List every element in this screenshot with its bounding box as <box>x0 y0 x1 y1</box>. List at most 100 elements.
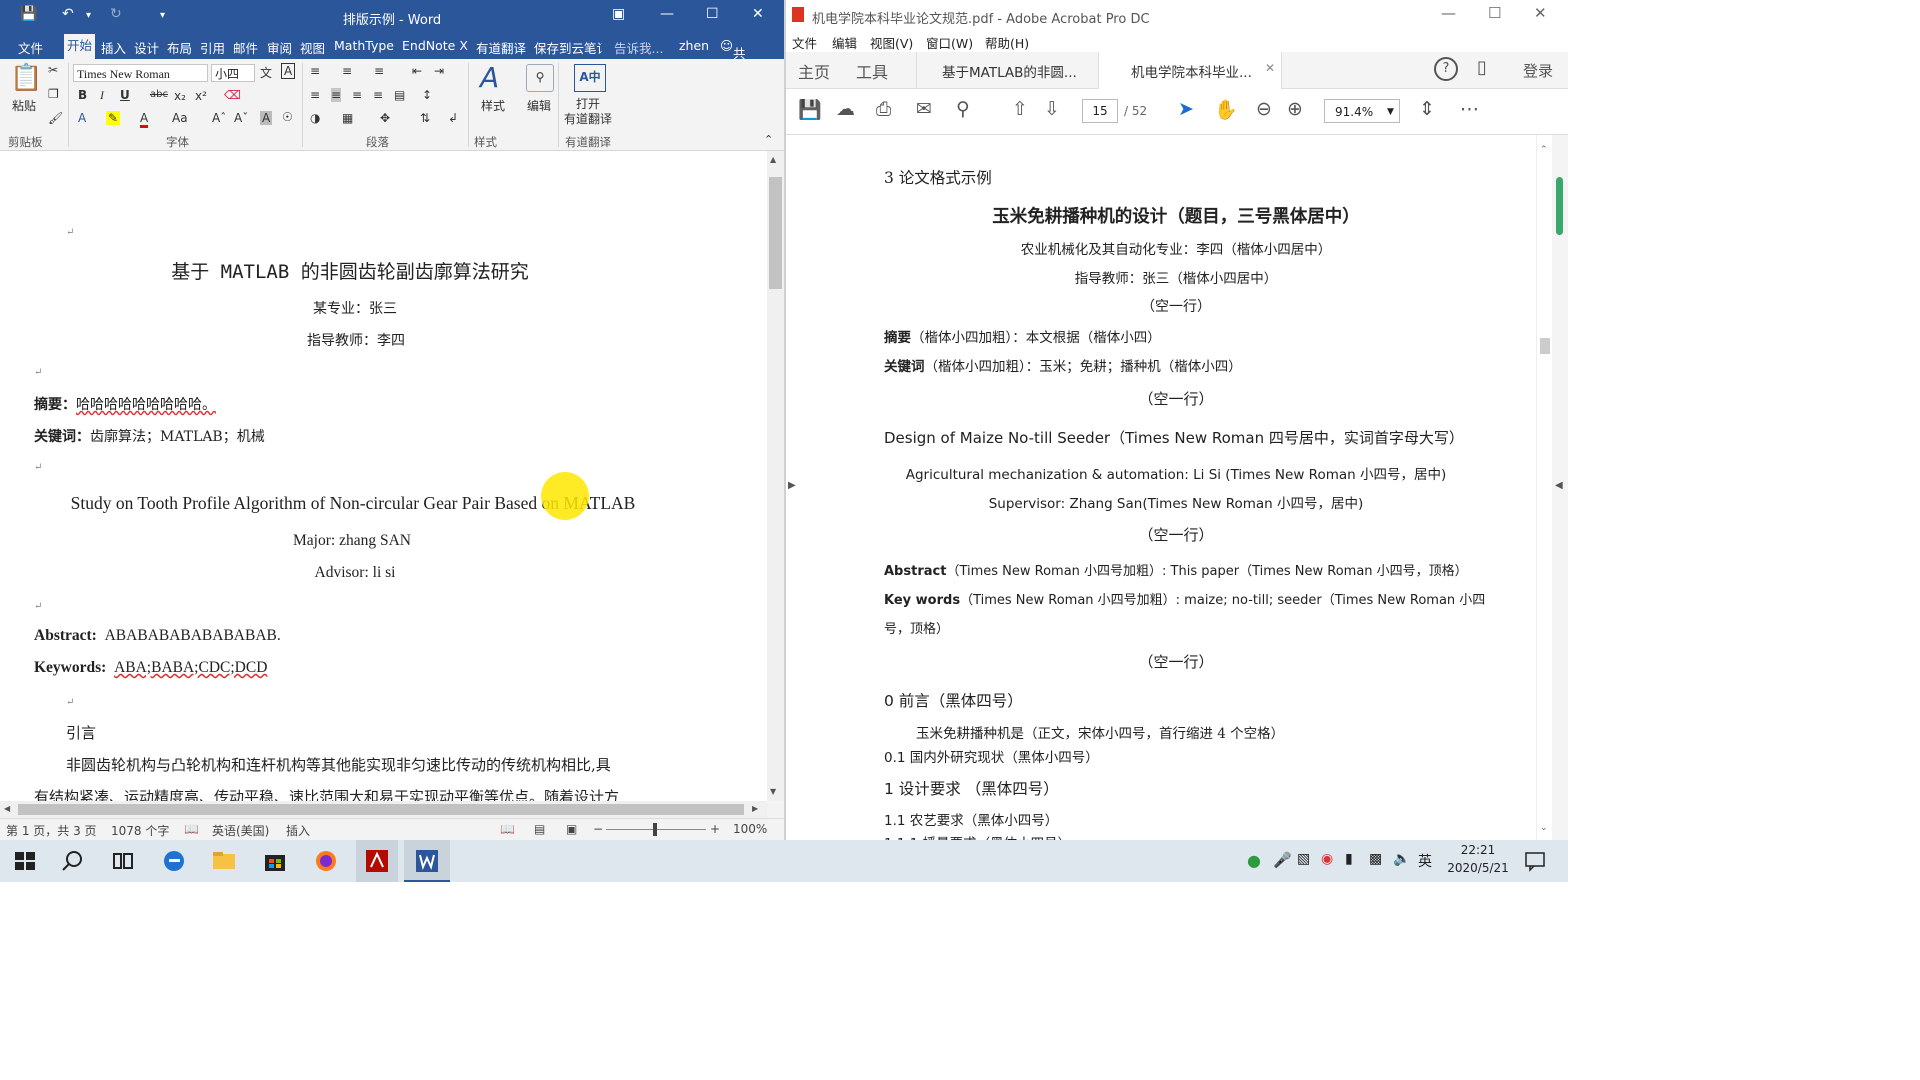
tab-doc-2[interactable]: 机电学院本科毕业... ✕ <box>1098 52 1282 89</box>
cut-icon[interactable]: ✂ <box>48 63 58 77</box>
enclose-char-icon[interactable]: ☉ <box>282 110 293 124</box>
scroll-left-icon[interactable]: ◀ <box>4 804 10 813</box>
borders-icon[interactable]: ▦ <box>342 111 353 125</box>
zoom-out-icon[interactable]: ⊖ <box>1256 98 1272 120</box>
tab-mailings[interactable]: 邮件 <box>233 38 258 57</box>
line-spacing-icon[interactable]: ↕ <box>422 88 432 102</box>
open-youdao-button[interactable]: 打开 有道翻译 <box>564 97 612 127</box>
bold-button[interactable]: B <box>78 88 87 102</box>
show-marks-icon[interactable]: ↲ <box>448 111 458 125</box>
hscroll-thumb[interactable] <box>18 804 744 815</box>
font-color-icon[interactable]: A <box>140 111 149 128</box>
status-mode[interactable]: 插入 <box>286 822 310 839</box>
text-effects-icon[interactable]: A <box>78 111 86 125</box>
mobile-link-icon[interactable]: ▯ <box>1477 57 1487 78</box>
tab-home[interactable]: 主页 <box>798 59 830 83</box>
tray-app-icon[interactable]: ● <box>1247 851 1261 870</box>
subscript-icon[interactable]: x₂ <box>174 89 186 103</box>
char-border-icon[interactable]: A <box>281 63 296 79</box>
clock-date[interactable]: 2020/5/21 <box>1443 861 1513 875</box>
minimize-icon[interactable]: — <box>660 6 674 22</box>
zoom-out-icon[interactable]: − <box>593 822 603 836</box>
select-tool-icon[interactable]: ➤ <box>1178 98 1194 120</box>
copy-icon[interactable]: ❐ <box>48 87 59 101</box>
tab-design[interactable]: 设计 <box>134 38 159 57</box>
tab-doc-1[interactable]: 基于MATLAB的非圆... <box>916 52 1099 88</box>
paste-icon[interactable]: 📋 <box>10 63 42 93</box>
status-words[interactable]: 1078 个字 <box>111 822 169 839</box>
change-case-icon[interactable]: Aa <box>172 111 188 125</box>
tab-insert[interactable]: 插入 <box>101 38 126 57</box>
page-number-input[interactable]: 15 <box>1082 99 1118 123</box>
ime-indicator[interactable]: 英 <box>1418 851 1432 871</box>
proofing-icon[interactable]: 📖 <box>184 822 199 836</box>
close-tab-icon[interactable]: ✕ <box>1265 61 1275 75</box>
pdf-page[interactable]: ▶ 3 论文格式示例 玉米免耕播种机的设计（题目，三号黑体居中） 农业机械化及其… <box>786 135 1568 840</box>
notification-icon[interactable] <box>1522 848 1548 874</box>
status-language[interactable]: 英语(美国) <box>212 822 269 839</box>
prev-page-icon[interactable]: ⇧ <box>1012 98 1028 120</box>
styles-button[interactable]: 样式 <box>481 97 505 114</box>
search-icon[interactable]: ⚲ <box>956 98 970 120</box>
email-icon[interactable]: ✉ <box>916 98 932 120</box>
scroll-thumb[interactable] <box>769 177 782 289</box>
char-shading-icon[interactable]: A <box>260 111 273 125</box>
print-icon[interactable]: ⎙ <box>876 98 891 120</box>
tab-save-cloud[interactable]: 保存到云笔记 <box>534 38 602 57</box>
network-icon[interactable]: ▩ <box>1369 851 1382 867</box>
numbering-icon[interactable]: ≡ <box>342 64 352 78</box>
login-button[interactable]: 登录 <box>1523 60 1553 81</box>
word-vertical-scrollbar[interactable]: ▲ ▼ <box>767 151 784 801</box>
help-icon[interactable]: ? <box>1434 57 1458 81</box>
acrobat-icon[interactable] <box>364 848 390 874</box>
phonetic-guide-icon[interactable]: 文 <box>260 64 272 81</box>
youdao-translate-icon[interactable]: A中 <box>574 64 606 92</box>
underline-button[interactable]: U <box>120 88 130 102</box>
scroll-up-icon[interactable]: ⌃ <box>1540 145 1548 155</box>
word-icon[interactable] <box>414 848 440 874</box>
hand-tool-icon[interactable]: ✋ <box>1214 98 1238 121</box>
tab-youdao[interactable]: 有道翻译 <box>476 38 526 57</box>
windows-start-icon[interactable] <box>12 848 38 874</box>
minimize-icon[interactable]: — <box>1441 4 1456 22</box>
scroll-right-icon[interactable]: ▶ <box>752 804 758 813</box>
superscript-icon[interactable]: x² <box>195 89 207 103</box>
edge-icon[interactable] <box>161 848 187 874</box>
clock-time[interactable]: 22:21 <box>1458 843 1498 857</box>
close-icon[interactable]: ✕ <box>1534 4 1547 22</box>
zoom-in-icon[interactable]: + <box>710 822 720 836</box>
distributed-icon[interactable]: ▤ <box>394 88 405 102</box>
find-icon[interactable]: ⚲ <box>526 64 554 92</box>
align-right-icon[interactable]: ≡ <box>352 88 362 102</box>
increase-indent-icon[interactable]: ⇥ <box>434 64 444 78</box>
shading-icon[interactable]: ◑ <box>310 111 320 125</box>
zoom-select[interactable]: 91.4% ▼ <box>1324 99 1400 123</box>
status-page[interactable]: 第 1 页，共 3 页 <box>6 822 97 839</box>
task-view-icon[interactable] <box>110 848 136 874</box>
tray-qq-icon[interactable]: ◉ <box>1321 851 1333 867</box>
italic-button[interactable]: I <box>100 88 104 103</box>
menu-edit[interactable]: 编辑 <box>832 33 857 52</box>
align-center-icon[interactable]: ≡ <box>331 88 342 102</box>
menu-view[interactable]: 视图(V) <box>870 33 913 52</box>
tab-layout[interactable]: 布局 <box>167 38 192 57</box>
tab-review[interactable]: 审阅 <box>267 38 292 57</box>
menu-file[interactable]: 文件 <box>792 33 817 52</box>
format-painter-icon[interactable]: 🖌 <box>48 111 63 125</box>
firefox-icon[interactable] <box>313 848 339 874</box>
scroll-down-icon[interactable]: ▼ <box>770 787 776 796</box>
grow-font-icon[interactable]: Aˆ <box>212 111 226 125</box>
highlight-icon[interactable]: ✎ <box>106 111 121 125</box>
menu-help[interactable]: 帮助(H) <box>985 33 1029 52</box>
word-horizontal-scrollbar[interactable]: ◀ ▶ <box>0 801 767 818</box>
maximize-icon[interactable]: ☐ <box>706 6 719 22</box>
decrease-indent-icon[interactable]: ⇤ <box>412 64 422 78</box>
print-layout-icon[interactable]: ▤ <box>534 822 545 836</box>
tray-ime-tool-icon[interactable]: ▧ <box>1297 851 1310 867</box>
align-left-icon[interactable]: ≡ <box>310 88 320 102</box>
justify-icon[interactable]: ≡ <box>373 88 383 102</box>
share-button[interactable]: ☺ 共享 <box>720 38 746 80</box>
paste-button[interactable]: 粘贴 <box>12 97 36 114</box>
tell-me-input[interactable]: 告诉我... <box>614 38 663 57</box>
tab-mathtype[interactable]: MathType <box>334 38 394 53</box>
